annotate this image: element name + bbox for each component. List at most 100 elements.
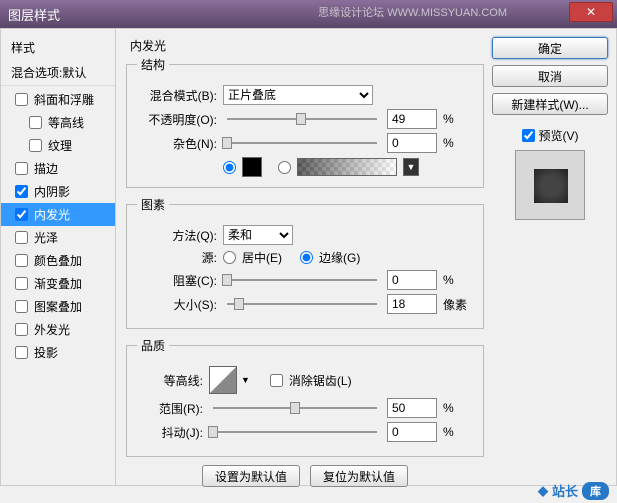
cancel-button[interactable]: 取消 — [492, 65, 608, 87]
sidebar-item[interactable]: 外发光 — [1, 318, 115, 341]
sidebar-item[interactable]: 纹理 — [1, 134, 115, 157]
range-unit: % — [443, 401, 473, 415]
sidebar-blending-options[interactable]: 混合选项:默认 — [1, 60, 115, 86]
contour-label: 等高线: — [137, 372, 203, 389]
range-input[interactable] — [387, 398, 437, 418]
opacity-slider[interactable] — [227, 110, 377, 128]
choke-unit: % — [443, 273, 473, 287]
style-label: 描边 — [34, 160, 58, 177]
contour-picker[interactable] — [209, 366, 237, 394]
footer-watermark: ◆ 站长 库 — [538, 481, 609, 500]
style-label: 外发光 — [34, 321, 70, 338]
sidebar-item[interactable]: 斜面和浮雕 — [1, 88, 115, 111]
style-label: 内发光 — [34, 206, 70, 223]
source-edge-label: 边缘(G) — [319, 249, 360, 266]
opacity-unit: % — [443, 112, 473, 126]
solid-color-radio[interactable] — [223, 161, 236, 174]
antialias-checkbox[interactable] — [270, 374, 283, 387]
new-style-button[interactable]: 新建样式(W)... — [492, 93, 608, 115]
size-label: 大小(S): — [137, 296, 217, 313]
make-default-button[interactable]: 设置为默认值 — [202, 465, 300, 487]
style-checkbox[interactable] — [15, 208, 28, 221]
noise-slider[interactable] — [227, 134, 377, 152]
sidebar-item[interactable]: 颜色叠加 — [1, 249, 115, 272]
sidebar-item[interactable]: 投影 — [1, 341, 115, 364]
footer-icon: ◆ — [538, 483, 548, 499]
antialias-label: 消除锯齿(L) — [289, 372, 352, 389]
method-label: 方法(Q): — [137, 227, 217, 244]
style-checkbox[interactable] — [15, 277, 28, 290]
style-checkbox[interactable] — [15, 93, 28, 106]
close-icon: ✕ — [586, 5, 596, 19]
structure-legend: 结构 — [137, 56, 169, 73]
style-checkbox[interactable] — [15, 162, 28, 175]
size-input[interactable] — [387, 294, 437, 314]
main-panel: 样式 混合选项:默认 斜面和浮雕等高线纹理描边内阴影内发光光泽颜色叠加渐变叠加图… — [0, 28, 617, 486]
style-label: 渐变叠加 — [34, 275, 82, 292]
noise-label: 杂色(N): — [137, 135, 217, 152]
sidebar-item[interactable]: 渐变叠加 — [1, 272, 115, 295]
window-title: 图层样式 — [8, 5, 609, 24]
content-area: 内发光 结构 混合模式(B): 正片叠底 不透明度(O): % 杂色(N): — [116, 29, 616, 485]
style-checkbox[interactable] — [15, 231, 28, 244]
sidebar-item[interactable]: 内发光 — [1, 203, 115, 226]
source-center-radio[interactable] — [223, 251, 236, 264]
source-center-label: 居中(E) — [242, 249, 282, 266]
opacity-input[interactable] — [387, 109, 437, 129]
gradient-radio[interactable] — [278, 161, 291, 174]
jitter-input[interactable] — [387, 422, 437, 442]
style-label: 等高线 — [48, 114, 84, 131]
style-checkbox[interactable] — [29, 116, 42, 129]
color-swatch[interactable] — [242, 157, 262, 177]
watermark-text: 思缘设计论坛 WWW.MISSYUAN.COM — [318, 4, 507, 20]
sidebar-item[interactable]: 等高线 — [1, 111, 115, 134]
style-checkbox[interactable] — [15, 185, 28, 198]
style-checkbox[interactable] — [29, 139, 42, 152]
panel-title: 内发光 — [126, 37, 484, 54]
sidebar-item[interactable]: 内阴影 — [1, 180, 115, 203]
opacity-label: 不透明度(O): — [137, 111, 217, 128]
noise-unit: % — [443, 136, 473, 150]
style-label: 纹理 — [48, 137, 72, 154]
close-button[interactable]: ✕ — [569, 2, 613, 22]
gradient-swatch[interactable] — [297, 158, 397, 176]
noise-input[interactable] — [387, 133, 437, 153]
preview-box — [515, 150, 585, 220]
chevron-down-icon[interactable]: ▼ — [241, 375, 250, 385]
sidebar-item[interactable]: 描边 — [1, 157, 115, 180]
source-label: 源: — [137, 249, 217, 266]
style-label: 斜面和浮雕 — [34, 91, 94, 108]
style-label: 投影 — [34, 344, 58, 361]
blend-mode-label: 混合模式(B): — [137, 87, 217, 104]
choke-slider[interactable] — [227, 271, 377, 289]
preview-swatch — [534, 169, 568, 203]
range-slider[interactable] — [213, 399, 377, 417]
preview-label: 预览(V) — [539, 127, 579, 144]
sidebar-item[interactable]: 图案叠加 — [1, 295, 115, 318]
size-slider[interactable] — [227, 295, 377, 313]
style-checkbox[interactable] — [15, 346, 28, 359]
source-edge-radio[interactable] — [300, 251, 313, 264]
style-label: 内阴影 — [34, 183, 70, 200]
jitter-label: 抖动(J): — [137, 424, 203, 441]
jitter-slider[interactable] — [213, 423, 377, 441]
preview-checkbox[interactable] — [522, 129, 535, 142]
styles-sidebar: 样式 混合选项:默认 斜面和浮雕等高线纹理描边内阴影内发光光泽颜色叠加渐变叠加图… — [1, 29, 116, 485]
sidebar-item[interactable]: 光泽 — [1, 226, 115, 249]
size-unit: 像素 — [443, 296, 473, 313]
ok-button[interactable]: 确定 — [492, 37, 608, 59]
title-bar: 图层样式 思缘设计论坛 WWW.MISSYUAN.COM ✕ — [0, 0, 617, 28]
choke-input[interactable] — [387, 270, 437, 290]
jitter-unit: % — [443, 425, 473, 439]
style-checkbox[interactable] — [15, 323, 28, 336]
elements-group: 图素 方法(Q): 柔和 源: 居中(E) 边缘(G) 阻塞(C): — [126, 196, 484, 329]
style-checkbox[interactable] — [15, 300, 28, 313]
reset-default-button[interactable]: 复位为默认值 — [310, 465, 408, 487]
method-select[interactable]: 柔和 — [223, 225, 293, 245]
gradient-dropdown-icon[interactable]: ▼ — [403, 158, 419, 176]
style-checkbox[interactable] — [15, 254, 28, 267]
blend-mode-select[interactable]: 正片叠底 — [223, 85, 373, 105]
style-label: 光泽 — [34, 229, 58, 246]
style-label: 图案叠加 — [34, 298, 82, 315]
style-label: 颜色叠加 — [34, 252, 82, 269]
